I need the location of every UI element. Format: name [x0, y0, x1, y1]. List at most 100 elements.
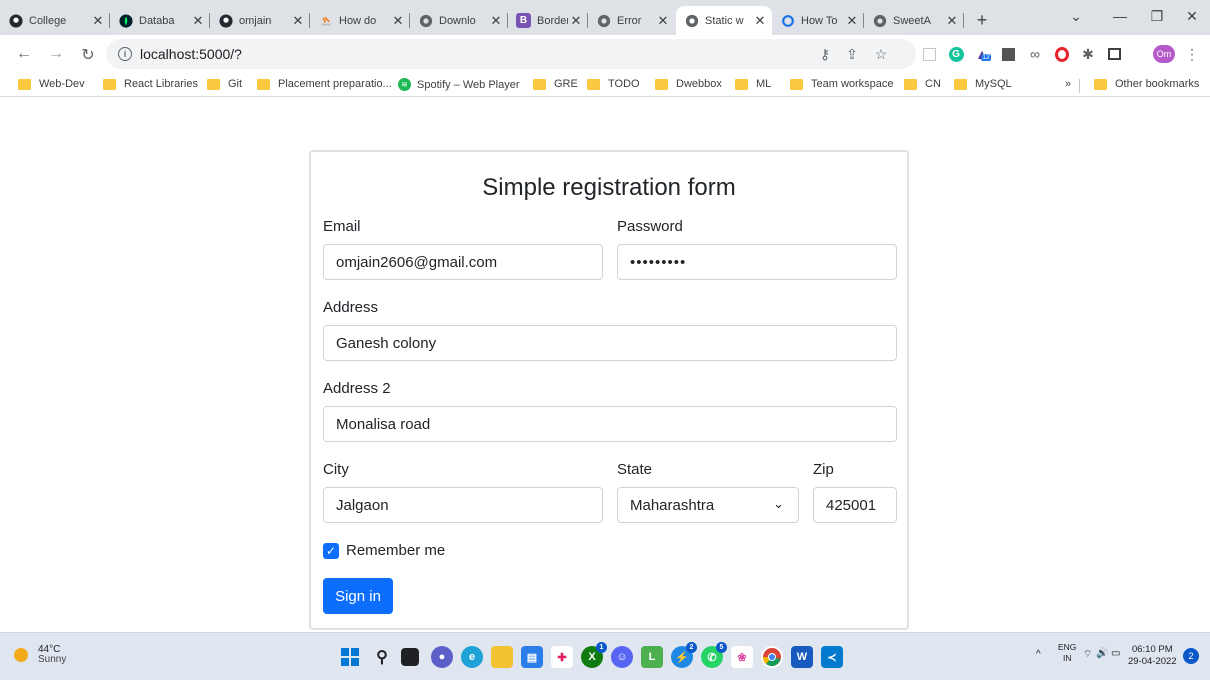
- back-button[interactable]: ←: [14, 45, 34, 63]
- bookmarks-overflow-button[interactable]: »: [1065, 78, 1071, 90]
- extensions-puzzle-icon[interactable]: ✱: [1078, 44, 1098, 64]
- word-icon[interactable]: W: [791, 646, 813, 668]
- bookmark-web-dev[interactable]: Web-Dev: [18, 78, 85, 90]
- bookmark-cn[interactable]: CN: [904, 78, 941, 90]
- state-select[interactable]: Maharashtra ⌄: [617, 487, 799, 523]
- chat-icon[interactable]: ●: [431, 646, 453, 668]
- close-icon[interactable]: ✕: [90, 13, 106, 29]
- tab-borders[interactable]: B Borders ✕: [508, 6, 588, 35]
- messenger-icon[interactable]: ⚡ 2: [671, 642, 697, 668]
- extension-blank-icon[interactable]: [919, 44, 939, 64]
- edge-icon[interactable]: e: [461, 646, 483, 668]
- windows-start-icon[interactable]: [339, 646, 361, 668]
- bookmark-placement[interactable]: Placement preparatio...: [257, 78, 392, 90]
- bookmark-mysql[interactable]: MySQL: [954, 78, 1012, 90]
- opera-icon[interactable]: [1052, 44, 1072, 64]
- window-close-button[interactable]: ✕: [1182, 8, 1202, 25]
- bookmark-spotify[interactable]: ≋ Spotify – Web Player: [398, 78, 520, 91]
- close-icon[interactable]: ✕: [190, 13, 206, 29]
- remember-checkbox[interactable]: ✓: [323, 543, 339, 559]
- close-icon[interactable]: ✕: [488, 13, 504, 29]
- menu-kebab-icon[interactable]: ⋮: [1182, 44, 1202, 64]
- bootstrap-icon: B: [516, 13, 531, 28]
- reload-button[interactable]: ↻: [78, 45, 98, 65]
- qr-extension-icon[interactable]: [998, 44, 1018, 64]
- vscode-icon[interactable]: ≺: [821, 646, 843, 668]
- clock[interactable]: 06:10 PM 29-04-2022: [1128, 644, 1177, 668]
- bookmark-todo[interactable]: TODO: [587, 78, 640, 90]
- search-icon[interactable]: ⚲: [371, 646, 393, 668]
- close-icon[interactable]: ✕: [568, 13, 584, 29]
- bookmark-gre[interactable]: GRE: [533, 78, 578, 90]
- line-icon[interactable]: L: [641, 646, 663, 668]
- store-icon[interactable]: ▤: [521, 646, 543, 668]
- tab-strip: College ✕ Databa ✕ omjain ✕ How do ✕ Dow…: [0, 0, 1210, 35]
- restore-button[interactable]: ❐: [1147, 8, 1167, 25]
- tab-download[interactable]: Downlo ✕: [410, 6, 508, 35]
- bookmark-dwebbox[interactable]: Dwebbox: [655, 78, 722, 90]
- info-icon[interactable]: i: [118, 47, 132, 61]
- close-icon[interactable]: ✕: [844, 13, 860, 29]
- close-icon[interactable]: ✕: [944, 13, 960, 29]
- profile-avatar[interactable]: Om: [1153, 45, 1175, 63]
- password-key-icon[interactable]: ⚷: [815, 44, 835, 64]
- tab-college[interactable]: College ✕: [0, 6, 110, 35]
- close-icon[interactable]: ✕: [390, 13, 406, 29]
- tab-sweetalert[interactable]: SweetA ✕: [864, 6, 964, 35]
- language-indicator[interactable]: ENG IN: [1058, 642, 1076, 664]
- address-field[interactable]: Ganesh colony: [323, 325, 897, 361]
- remember-label[interactable]: Remember me: [346, 542, 445, 559]
- chrome-icon[interactable]: [761, 646, 783, 668]
- bookmark-git[interactable]: Git: [207, 78, 242, 90]
- grammarly-icon[interactable]: G: [946, 44, 966, 64]
- zip-field[interactable]: 425001: [813, 487, 897, 523]
- address2-field[interactable]: Monalisa road: [323, 406, 897, 442]
- password-field[interactable]: •••••••••: [617, 244, 897, 280]
- tray-chevron-up-icon[interactable]: ^: [1036, 649, 1041, 660]
- bookmark-react-libraries[interactable]: React Libraries: [103, 78, 198, 90]
- bookmark-other[interactable]: Other bookmarks: [1094, 78, 1199, 90]
- discord-icon[interactable]: ☺: [611, 646, 633, 668]
- bookmark-team-workspace[interactable]: Team workspace: [790, 78, 894, 90]
- bookmark-star-icon[interactable]: ☆: [871, 44, 891, 64]
- bookmark-ml[interactable]: ML: [735, 78, 771, 90]
- weather-widget[interactable]: 44°C Sunny: [14, 645, 66, 665]
- sun-icon: [14, 648, 28, 662]
- file-explorer-icon[interactable]: [491, 646, 513, 668]
- email-field[interactable]: omjain2606@gmail.com: [323, 244, 603, 280]
- share-icon[interactable]: ⇪: [842, 44, 862, 64]
- tab-omjain[interactable]: omjain ✕: [210, 6, 310, 35]
- close-icon[interactable]: ✕: [752, 13, 768, 29]
- close-icon[interactable]: ✕: [655, 13, 671, 29]
- tab-error[interactable]: Error ✕: [588, 6, 675, 35]
- notification-badge[interactable]: 2: [1183, 648, 1199, 664]
- link-extension-icon[interactable]: ∞: [1025, 44, 1045, 64]
- tab-how-do[interactable]: How do ✕: [310, 6, 410, 35]
- folder-icon: [790, 78, 803, 90]
- tab-search-chevron-icon[interactable]: ⌄: [1066, 8, 1086, 25]
- registration-card: Simple registration form Email omjain260…: [309, 150, 909, 630]
- address-bar[interactable]: i localhost:5000/?: [106, 39, 916, 69]
- folder-icon: [1094, 78, 1107, 90]
- tab-how-to[interactable]: How To ✕: [772, 6, 864, 35]
- battery-icon[interactable]: ▭: [1111, 648, 1120, 659]
- globe-icon: [872, 13, 887, 28]
- forward-button[interactable]: →: [46, 45, 66, 63]
- whatsapp-icon[interactable]: ✆ 5: [701, 642, 727, 668]
- paint-icon[interactable]: ❀: [731, 646, 753, 668]
- sign-in-button[interactable]: Sign in: [323, 578, 393, 614]
- task-view-icon[interactable]: [401, 648, 419, 666]
- wifi-icon[interactable]: ⌔: [1083, 648, 1092, 661]
- slack-icon[interactable]: ✚: [551, 646, 573, 668]
- close-icon[interactable]: ✕: [290, 13, 306, 29]
- side-panel-icon[interactable]: [1104, 44, 1124, 64]
- new-tab-button[interactable]: +: [972, 10, 992, 31]
- xbox-icon[interactable]: X1: [581, 642, 607, 668]
- volume-icon[interactable]: 🔊: [1096, 648, 1108, 659]
- minimize-button[interactable]: —: [1110, 8, 1130, 24]
- tab-database[interactable]: Databa ✕: [110, 6, 210, 35]
- email-label: Email: [323, 218, 361, 235]
- tab-static-active[interactable]: Static w ✕: [676, 6, 772, 35]
- graduation-cap-icon[interactable]: ▲12: [972, 44, 992, 64]
- city-field[interactable]: Jalgaon: [323, 487, 603, 523]
